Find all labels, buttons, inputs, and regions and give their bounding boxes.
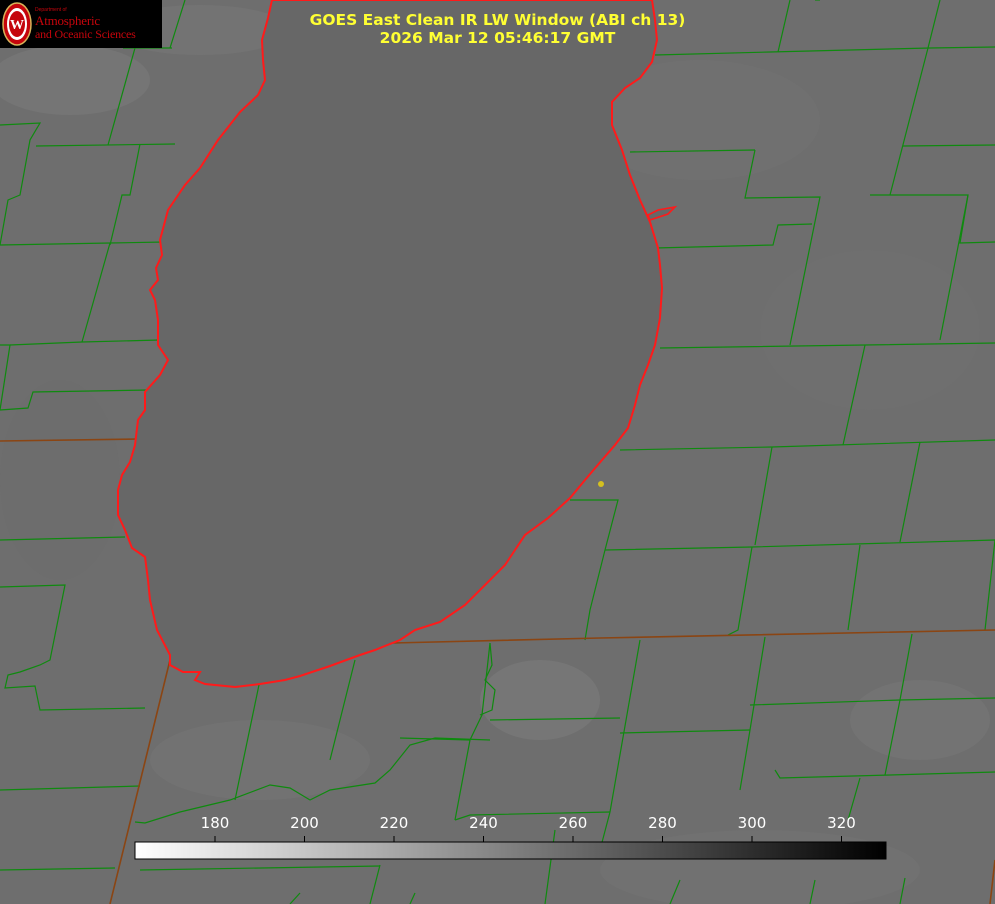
- colorbar-tick-label: 200: [290, 814, 319, 832]
- satellite-map: W Department of Atmospheric and Oceanic …: [0, 0, 995, 904]
- colorbar-tick-label: 300: [737, 814, 767, 832]
- colorbar: [134, 841, 887, 860]
- colorbar-tick-label: 320: [827, 814, 856, 832]
- colorbar-tick-label: 220: [379, 814, 409, 832]
- colorbar-tick-label: 240: [469, 814, 498, 832]
- colorbar-tick-label: 260: [558, 814, 588, 832]
- map-timestamp: 2026 Mar 12 05:46:17 GMT: [379, 29, 616, 47]
- colorbar-tick-label: 180: [200, 814, 230, 832]
- map-canvas: [0, 0, 995, 904]
- map-title: GOES East Clean IR LW Window (ABI ch 13): [309, 11, 686, 29]
- colorbar-tick-label: 280: [648, 814, 677, 832]
- location-marker: [598, 481, 604, 487]
